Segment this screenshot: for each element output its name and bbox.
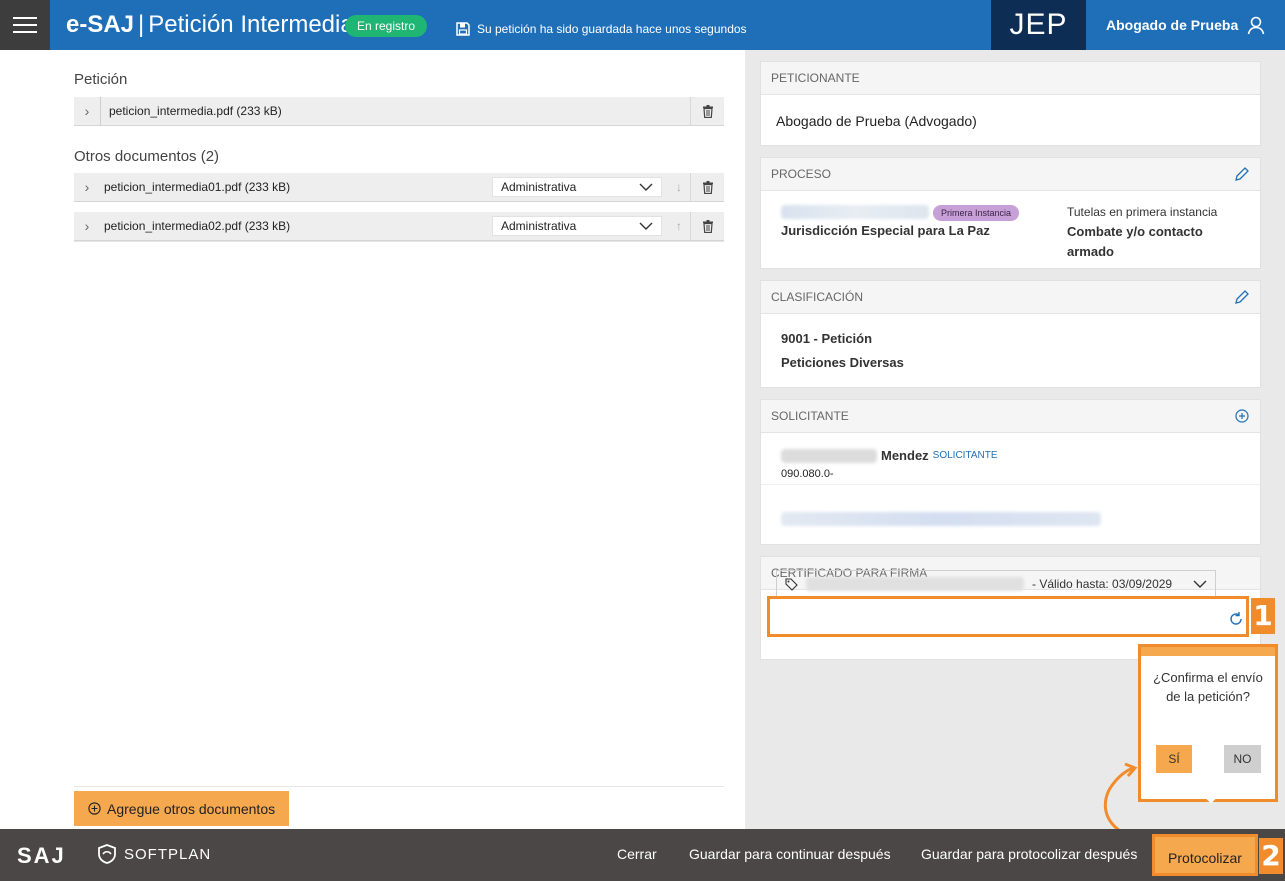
- delete-document-button[interactable]: [690, 172, 724, 202]
- peticionante-name: Abogado de Prueba (Advogado): [776, 113, 977, 129]
- softplan-wordmark: SOFTPLAN: [124, 845, 212, 863]
- saj-logo: SAJ: [17, 843, 66, 868]
- applicant-role: SOLICITANTE: [932, 450, 998, 461]
- card-header: SOLICITANTE: [761, 400, 1260, 433]
- other-document-row[interactable]: › peticion_intermedia02.pdf (233 kB) Adm…: [74, 211, 724, 241]
- edit-pencil-icon[interactable]: [1234, 166, 1250, 182]
- clasificacion-card: CLASIFICACIÓN 9001 - Petición Peticiones…: [760, 280, 1261, 388]
- card-title: PETICIONANTE: [761, 62, 1260, 95]
- chevron-down-icon: [639, 222, 653, 230]
- chevron-down-icon: [1193, 580, 1207, 588]
- document-filename: peticion_intermedia01.pdf (233 kB): [104, 180, 291, 194]
- other-document-row[interactable]: › peticion_intermedia01.pdf (233 kB) Adm…: [74, 172, 724, 202]
- applicant-firstname-redacted: [781, 448, 877, 463]
- document-filename: peticion_intermedia.pdf (233 kB): [100, 96, 690, 126]
- chevron-right-icon[interactable]: ›: [74, 103, 100, 119]
- top-bar: e-SAJ | Petición Intermedia En registro Su…: [0, 0, 1285, 50]
- delete-document-button[interactable]: [690, 211, 724, 241]
- document-filename: peticion_intermedia02.pdf (233 kB): [104, 219, 291, 233]
- trash-icon: [702, 180, 713, 194]
- add-documents-button[interactable]: Agregue otros documentos: [74, 791, 290, 826]
- trash-icon: [702, 219, 713, 233]
- card-title: SOLICITANTE: [771, 409, 849, 423]
- callout-highlight-certificate: [767, 596, 1249, 637]
- divider: [74, 241, 724, 242]
- move-up-button[interactable]: ↑: [668, 219, 690, 233]
- trash-icon: [702, 104, 713, 118]
- floppy-disk-icon: [456, 22, 470, 36]
- certificate-select[interactable]: - Válido hasta: 03/09/2029: [776, 570, 1216, 598]
- applicant-surname: Mendez: [881, 448, 929, 463]
- softplan-logo: SOFTPLAN: [96, 843, 211, 865]
- edit-pencil-icon[interactable]: [1234, 289, 1250, 305]
- proceso-card: PROCESO Primera Instancia Jurisdicción E…: [760, 157, 1261, 269]
- documents-panel: Petición › peticion_intermedia.pdf (233 …: [0, 50, 745, 829]
- callout-number: 1: [1251, 598, 1275, 634]
- court-name: Jurisdicción Especial para La Paz: [781, 223, 990, 238]
- divider: [74, 786, 724, 787]
- plus-circle-icon: [88, 802, 101, 815]
- applicant-id: 090.080.0-: [781, 468, 834, 480]
- save-continue-later-button[interactable]: Guardar para continuar después: [689, 846, 891, 862]
- divider: [761, 484, 1260, 485]
- document-type-select[interactable]: Administrativa: [492, 216, 662, 236]
- callout-number: 2: [1259, 838, 1283, 874]
- app-title: e-SAJ | Petición Intermedia: [66, 11, 354, 39]
- chevron-down-icon: [639, 183, 653, 191]
- process-number-redacted: [781, 203, 931, 221]
- save-status-text: Su petición ha sido guardada hace unos s…: [477, 22, 747, 36]
- add-circle-icon[interactable]: [1234, 408, 1250, 424]
- title-separator: |: [138, 11, 145, 38]
- hamburger-menu-icon[interactable]: [0, 0, 50, 50]
- tag-icon: [785, 577, 798, 591]
- secondary-party-redacted: [781, 510, 1101, 528]
- confirm-no-button[interactable]: NO: [1224, 745, 1261, 773]
- add-documents-label: Agregue otros documentos: [107, 800, 276, 817]
- card-title: CLASIFICACIÓN: [771, 290, 864, 304]
- main-document-row[interactable]: › peticion_intermedia.pdf (233 kB): [74, 96, 724, 126]
- certificate-name-redacted: [806, 577, 1024, 591]
- document-type-select[interactable]: Administrativa: [492, 177, 662, 197]
- process-class: Tutelas en primera instancia: [1067, 205, 1218, 219]
- chevron-right-icon[interactable]: ›: [74, 218, 100, 234]
- brand-name: e-SAJ: [66, 11, 135, 38]
- user-name: Abogado de Prueba: [1106, 17, 1239, 33]
- popover-accent-strip: [1141, 647, 1275, 656]
- delete-document-button[interactable]: [690, 96, 724, 126]
- page-title: Petición Intermedia: [148, 11, 354, 38]
- document-type-value: Administrativa: [501, 180, 577, 194]
- applicant-row: Mendez SOLICITANTE: [781, 448, 998, 463]
- status-badge: En registro: [345, 15, 428, 37]
- peticionante-card: PETICIONANTE Abogado de Prueba (Advogado…: [760, 61, 1261, 146]
- process-subject: Combate y/o contacto armado: [1067, 224, 1203, 259]
- instance-chip: Primera Instancia: [933, 203, 1020, 221]
- org-logo: JEP: [991, 0, 1086, 50]
- card-title: PROCESO: [771, 167, 832, 181]
- user-icon: [1247, 16, 1265, 35]
- document-type-value: Administrativa: [501, 219, 577, 233]
- card-header: CLASIFICACIÓN: [761, 281, 1260, 314]
- save-protocolize-later-button[interactable]: Guardar para protocolizar después: [921, 846, 1137, 862]
- classification-code: 9001 - Petición: [781, 331, 873, 346]
- chevron-right-icon[interactable]: ›: [74, 179, 100, 195]
- move-down-button[interactable]: ↓: [668, 180, 690, 194]
- user-menu[interactable]: Abogado de Prueba: [1086, 0, 1285, 50]
- footer-bar: SAJ SOFTPLAN Cerrar Guardar para continu…: [0, 829, 1285, 881]
- classification-type: Peticiones Diversas: [781, 355, 904, 370]
- certificate-validity: - Válido hasta: 03/09/2029: [1032, 577, 1173, 591]
- card-header: PROCESO: [761, 158, 1260, 191]
- solicitante-card: SOLICITANTE Mendez SOLICITANTE 090.080.0…: [760, 399, 1261, 545]
- popover-tail: [1202, 786, 1220, 804]
- confirm-question: ¿Confirma el envío de la petición?: [1153, 670, 1263, 704]
- otros-section-title: Otros documentos (2): [74, 148, 220, 165]
- peticion-section-title: Petición: [74, 71, 128, 88]
- save-status: Su petición ha sido guardada hace unos s…: [455, 19, 747, 39]
- protocolizar-button[interactable]: Protocolizar: [1152, 834, 1258, 876]
- cerrar-button[interactable]: Cerrar: [617, 846, 657, 862]
- softplan-shield-icon: [98, 844, 116, 864]
- instance-chip-label: Primera Instancia: [933, 205, 1020, 221]
